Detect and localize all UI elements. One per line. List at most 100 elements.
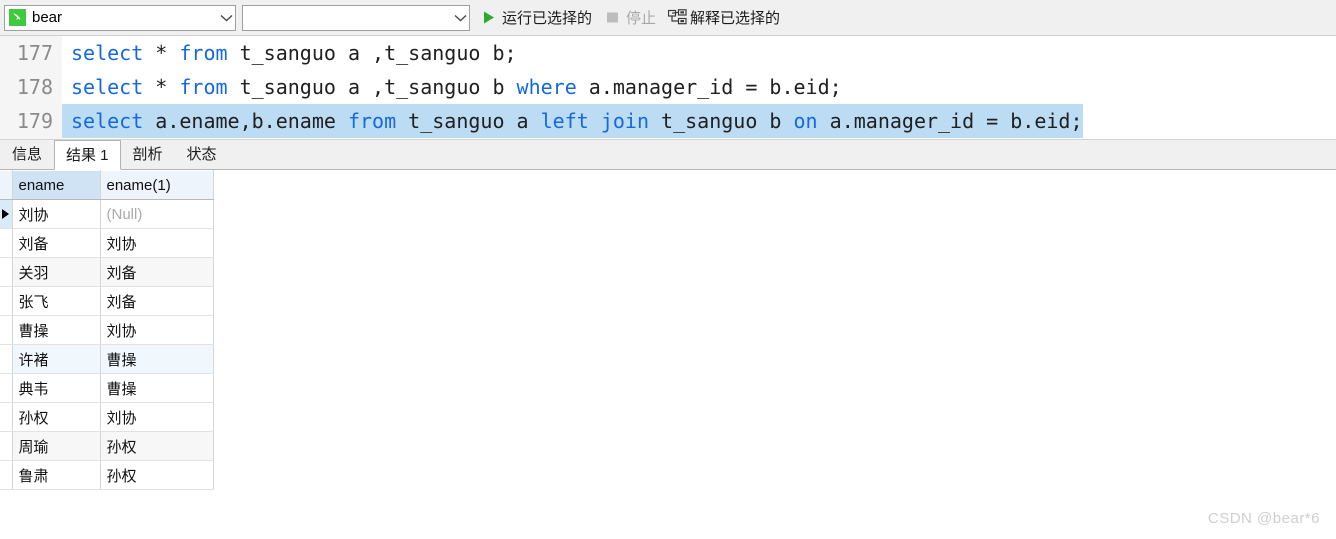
line-text[interactable]: select * from t_sanguo a ,t_sanguo b whe… [62,70,842,104]
table-row[interactable]: 关羽 刘备 [0,257,214,287]
grid-body[interactable]: 刘协 (Null) 刘备 刘协 关羽 刘备 张飞 刘备 曹操 刘协 许褚 曹操 典韦 曹操 孙权 刘协 周瑜 孙权… [0,199,214,490]
table-row[interactable]: 曹操 刘协 [0,315,214,345]
sql-keyword: where [516,75,577,99]
sql-keyword: on [793,109,818,133]
sql-keyword: from [179,41,228,65]
chevron-down-icon[interactable] [451,14,469,22]
table-row[interactable]: 许褚 曹操 [0,344,214,374]
row-marker[interactable] [0,373,13,403]
table-row[interactable]: 周瑜 孙权 [0,431,214,461]
cell-2[interactable]: 刘备 [100,257,214,287]
code-line[interactable]: 177 select * from t_sanguo a ,t_sanguo b; [0,36,1336,70]
table-row[interactable]: 鲁肃 孙权 [0,460,214,490]
result-grid[interactable]: ename ename(1) 刘协 (Null) 刘备 刘协 关羽 刘备 张飞 刘备 曹操 刘协 许褚… [0,170,214,490]
sql-code-area[interactable]: 177 select * from t_sanguo a ,t_sanguo b;… [0,36,1336,138]
sql-editor[interactable]: 177 select * from t_sanguo a ,t_sanguo b;… [0,36,1336,140]
row-marker[interactable] [0,228,13,258]
row-marker[interactable] [0,286,13,316]
tab-3[interactable]: 剖析 [121,140,175,169]
sql-text: t_sanguo a ,t_sanguo b; [227,41,517,65]
cell-1[interactable]: 刘备 [12,228,101,258]
sql-text: a.manager_id = b.eid; [576,75,842,99]
database-combobox[interactable] [242,4,470,31]
cell-1[interactable]: 孙权 [12,402,101,432]
table-row[interactable]: 刘协 (Null) [0,199,214,229]
dolphin-icon [9,9,26,26]
tab-4[interactable]: 状态 [175,140,229,169]
tab-1[interactable]: 信息 [0,140,54,169]
line-number: 179 [16,109,53,133]
cell-1[interactable]: 周瑜 [12,431,101,461]
cell-1[interactable]: 典韦 [12,373,101,403]
sql-text: * [143,75,180,99]
tab-2[interactable]: 结果 1 [54,140,121,170]
row-marker[interactable] [0,315,13,345]
cell-1[interactable]: 许褚 [12,344,101,374]
cell-value: 孙权 [106,438,137,456]
cell-2[interactable]: 孙权 [100,460,214,490]
row-marker[interactable] [0,257,13,287]
current-row-marker[interactable] [0,199,13,229]
explain-selected-button[interactable]: 解释已选择的 [664,4,786,32]
code-line[interactable]: 179 select a.ename,b.ename from t_sanguo … [0,104,1336,138]
column-header-1[interactable]: ename [12,170,101,200]
row-marker-header [0,170,13,200]
sql-text: t_sanguo b [649,109,794,133]
cell-value: 刘协 [106,409,137,427]
sql-text: a.ename,b.ename [143,109,348,133]
column-header-2[interactable]: ename(1) [100,170,214,200]
sql-text: a.manager_id = b.eid; [817,109,1083,133]
cell-value: 刘备 [106,264,137,282]
cell-value: 孙权 [18,409,49,427]
row-marker[interactable] [0,344,13,374]
cell-2[interactable]: 刘协 [100,228,214,258]
cell-value: 典韦 [18,380,49,398]
cell-1[interactable]: 关羽 [12,257,101,287]
stop-button[interactable]: 停止 [600,4,662,32]
cell-value: 周瑜 [18,438,49,456]
cell-1[interactable]: 曹操 [12,315,101,345]
table-row[interactable]: 刘备 刘协 [0,228,214,258]
cell-value: 关羽 [18,264,49,282]
code-line[interactable]: 178 select * from t_sanguo a ,t_sanguo b … [0,70,1336,104]
sql-text: t_sanguo a [396,109,541,133]
cell-2[interactable]: 刘协 [100,315,214,345]
result-tabbar: 信息 结果 1 剖析 状态 [0,140,1336,170]
cell-2[interactable]: (Null) [100,199,214,229]
watermark: CSDN @bear*6 [1207,510,1320,527]
chevron-down-icon[interactable] [217,14,235,22]
table-row[interactable]: 孙权 刘协 [0,402,214,432]
sql-keyword: join [600,109,650,133]
cell-2[interactable]: 刘协 [100,402,214,432]
line-text[interactable]: select a.ename,b.ename from t_sanguo a l… [62,104,1083,138]
table-row[interactable]: 典韦 曹操 [0,373,214,403]
row-marker[interactable] [0,431,13,461]
stop-label: 停止 [626,10,657,27]
cell-2[interactable]: 孙权 [100,431,214,461]
cell-1[interactable]: 张飞 [12,286,101,316]
cell-value: 孙权 [106,467,137,485]
cell-1[interactable]: 刘协 [12,199,101,229]
explain-selected-label: 解释已选择的 [690,10,781,27]
cell-2[interactable]: 刘备 [100,286,214,316]
cell-value: 张飞 [18,293,49,311]
cell-2[interactable]: 曹操 [100,344,214,374]
cell-value: 鲁肃 [18,467,49,485]
sql-text: t_sanguo a ,t_sanguo b [227,75,517,99]
cell-value: 曹操 [106,351,137,369]
null-value: (Null) [106,205,143,223]
row-marker[interactable] [0,460,13,490]
result-grid-container[interactable]: ename ename(1) 刘协 (Null) 刘备 刘协 关羽 刘备 张飞 刘备 曹操 刘协 许褚… [0,170,1336,510]
run-selected-button[interactable]: 运行已选择的 [476,4,598,32]
connection-combobox[interactable]: bear [4,4,236,31]
sql-keyword: left [540,109,589,133]
line-text[interactable]: select * from t_sanguo a ,t_sanguo b; [62,36,517,70]
cell-1[interactable]: 鲁肃 [12,460,101,490]
table-row[interactable]: 张飞 刘备 [0,286,214,316]
sql-keyword: select [71,109,144,133]
cell-2[interactable]: 曹操 [100,373,214,403]
line-number: 178 [16,75,53,99]
sql-keyword: select [71,75,144,99]
row-marker[interactable] [0,402,13,432]
grid-header-row: ename ename(1) [0,170,214,200]
